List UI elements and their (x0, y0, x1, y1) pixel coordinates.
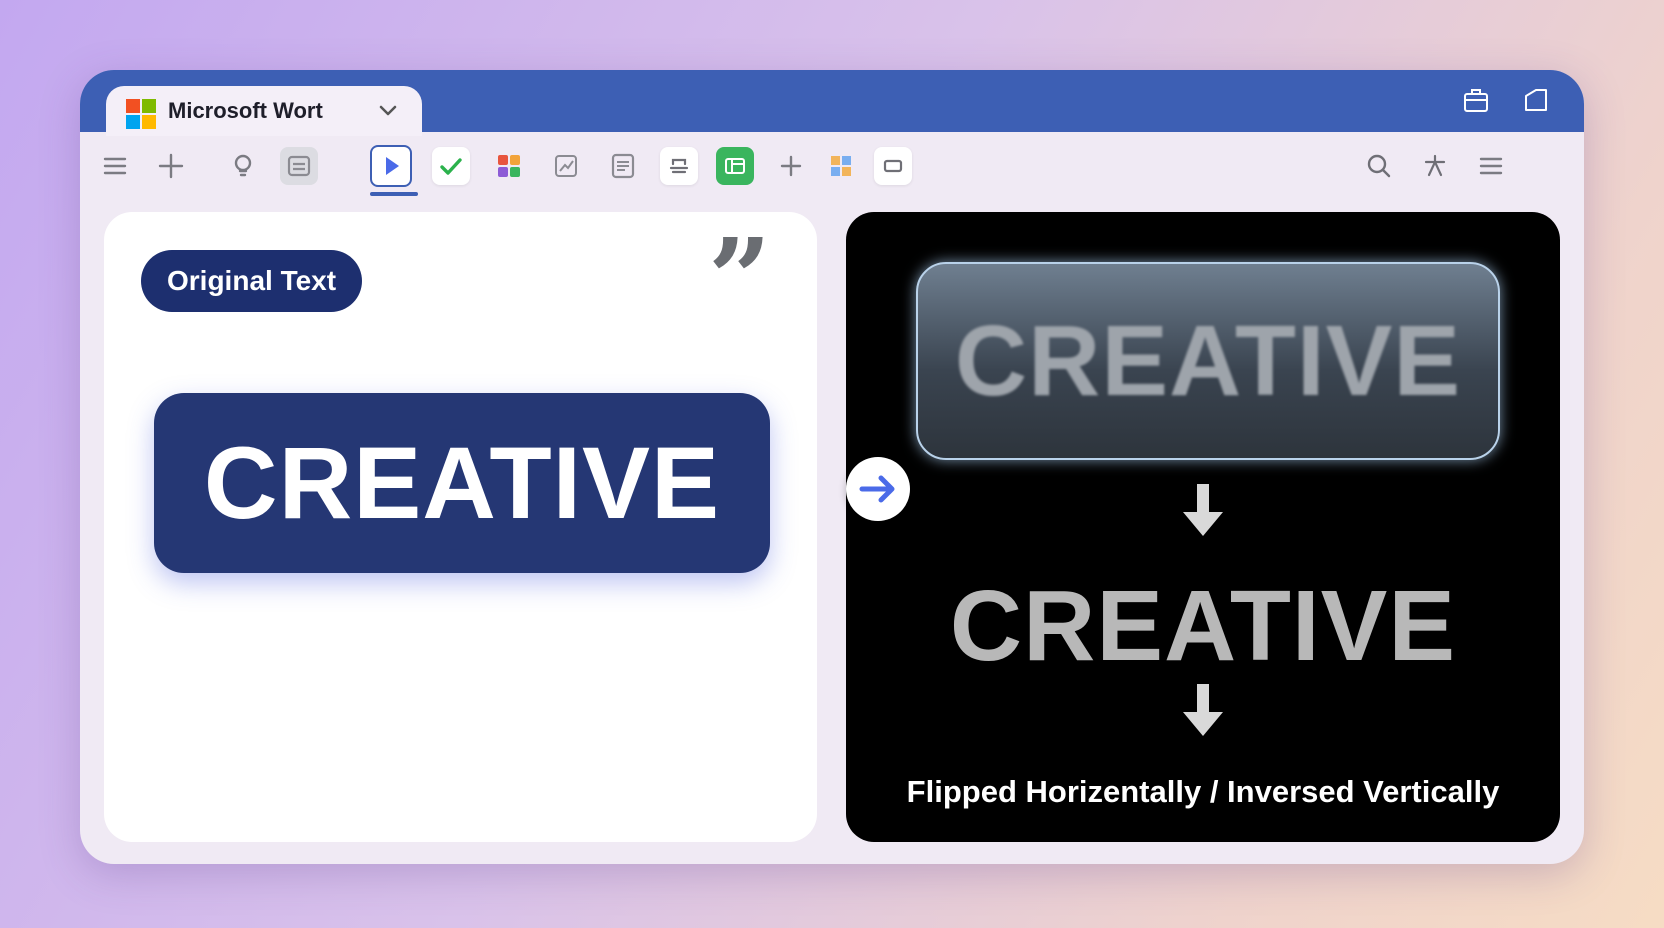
result-caption: Flipped Horizentally / Inversed Vertical… (906, 774, 1500, 809)
microsoft-logo (126, 99, 156, 129)
result-panel: CREATIVE CREATIVE Flipped Horizentally /… (846, 212, 1560, 842)
frame-icon[interactable] (874, 147, 912, 185)
check-icon[interactable] (432, 147, 470, 185)
tiles-icon[interactable] (822, 147, 860, 185)
menu-icon[interactable] (96, 147, 134, 185)
bulb-icon[interactable] (224, 147, 262, 185)
document-tab[interactable]: Microsoft Wort (106, 86, 422, 136)
original-word-box[interactable]: CREATIVE (154, 393, 770, 573)
plus-icon[interactable] (152, 147, 190, 185)
add-icon[interactable] (772, 147, 810, 185)
glass-word-box: CREATIVE (916, 262, 1500, 460)
magic-icon[interactable] (1416, 147, 1454, 185)
original-panel: Original Text ” CREATIVE (104, 212, 817, 842)
header-icon[interactable] (660, 147, 698, 185)
transform-arrow-button[interactable] (846, 457, 910, 521)
original-text-badge: Original Text (141, 250, 363, 312)
tablet-icon[interactable] (1522, 86, 1550, 114)
search-icon[interactable] (1360, 147, 1398, 185)
briefcase-icon[interactable] (1462, 86, 1490, 114)
menu-icon[interactable] (1472, 147, 1510, 185)
arrow-down-icon (1183, 484, 1223, 536)
color-grid-icon[interactable] (490, 147, 528, 185)
blurred-word: CREATIVE (954, 305, 1462, 417)
document-icon[interactable] (604, 147, 642, 185)
sheet-icon[interactable] (716, 147, 754, 185)
inbox-icon[interactable] (280, 147, 318, 185)
chevron-down-icon[interactable] (378, 103, 398, 119)
title-bar: Microsoft Wort (80, 70, 1584, 136)
toolbar (80, 136, 1584, 202)
arrow-right-icon (859, 475, 895, 503)
original-word: CREATIVE (203, 426, 721, 540)
active-tool-indicator (370, 192, 418, 196)
play-icon[interactable] (370, 145, 412, 187)
quote-icon: ” (708, 214, 772, 343)
arrow-down-icon (1183, 684, 1223, 736)
tab-title: Microsoft Wort (168, 98, 323, 123)
grey-word: CREATIVE (949, 570, 1457, 682)
chart-icon[interactable] (547, 147, 585, 185)
app-window: Microsoft Wort Original Text ” CREATIVE … (80, 70, 1584, 864)
